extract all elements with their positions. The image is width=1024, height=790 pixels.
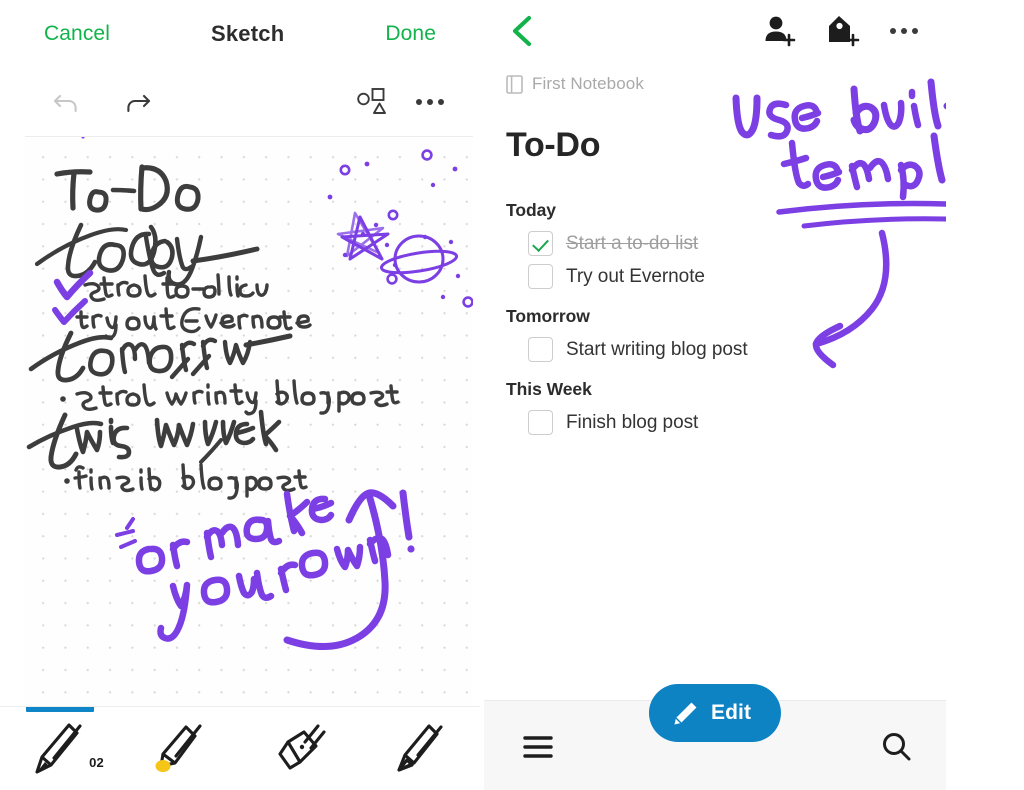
- sketch-title: Sketch: [211, 21, 285, 46]
- pen-toolbar: 02: [0, 706, 480, 790]
- todo-item[interactable]: Finish blog post: [506, 406, 836, 439]
- handwriting-this-week-items: [64, 463, 308, 500]
- marker-tool[interactable]: [360, 707, 480, 790]
- sketch-panel: Cancel Sketch Done 02: [0, 0, 480, 790]
- todo-group: Tomorrow Start writing blog post: [506, 306, 836, 366]
- note-title: To-Do: [506, 126, 601, 164]
- marker-icon: [397, 723, 443, 772]
- checkbox[interactable]: [528, 410, 553, 435]
- group-heading: Today: [506, 200, 556, 220]
- more-horizontal-icon[interactable]: [881, 8, 927, 54]
- more-horizontal-icon[interactable]: [408, 82, 452, 122]
- note-panel: First Notebook To-Do Today Start a to-do…: [484, 0, 946, 790]
- highlighter-icon: [155, 723, 202, 772]
- add-person-icon[interactable]: [756, 8, 802, 54]
- sketch-toolbar: [0, 68, 480, 136]
- handwriting-tomorrow-items: [60, 379, 400, 416]
- annotation-or-make-your-own: [115, 489, 415, 651]
- doodle-dots: [327, 149, 473, 308]
- todo-label: Start writing blog post: [566, 338, 748, 360]
- done-button[interactable]: Done: [385, 22, 436, 46]
- notebook-name: First Notebook: [532, 74, 644, 93]
- breadcrumb-notebook[interactable]: First Notebook: [506, 74, 644, 94]
- search-icon[interactable]: [870, 721, 922, 773]
- pen-tool-selected-indicator: [26, 706, 94, 712]
- todo-list: Today Start a to-do list Try out Evernot…: [506, 200, 836, 439]
- todo-item[interactable]: Start writing blog post: [506, 333, 836, 366]
- todo-item[interactable]: Start a to-do list: [506, 227, 836, 260]
- todo-group: This Week Finish blog post: [506, 379, 836, 439]
- checkbox[interactable]: [528, 231, 553, 256]
- todo-label: Finish blog post: [566, 411, 699, 433]
- group-heading: This Week: [506, 379, 592, 399]
- edit-button[interactable]: Edit: [648, 684, 782, 742]
- annotation-checkmarks: [52, 269, 94, 325]
- doodle-star: [81, 137, 390, 261]
- group-heading: Tomorrow: [506, 306, 590, 326]
- edit-button-label: Edit: [710, 701, 752, 724]
- cancel-button[interactable]: Cancel: [44, 22, 110, 46]
- redo-icon[interactable]: [118, 82, 158, 122]
- pen-icon: [35, 722, 82, 774]
- app-root: Cancel Sketch Done 02 First Notebook To-…: [0, 0, 1024, 790]
- checkbox[interactable]: [528, 337, 553, 362]
- pen-tool[interactable]: 02: [0, 706, 120, 790]
- sketch-canvas[interactable]: .ink { fill:none; stroke:#3d3d3d; stroke…: [25, 136, 473, 706]
- note-navbar: [484, 0, 946, 62]
- todo-item[interactable]: Try out Evernote: [506, 260, 836, 293]
- checkbox[interactable]: [528, 264, 553, 289]
- highlighter-tool[interactable]: [120, 707, 240, 790]
- todo-label: Try out Evernote: [566, 265, 705, 287]
- handwriting-today-items: [75, 273, 312, 340]
- todo-group: Today Start a to-do list Try out Evernot…: [506, 200, 836, 293]
- shapes-icon[interactable]: [350, 82, 394, 122]
- add-tag-icon[interactable]: [820, 8, 866, 54]
- pen-size-label: 02: [89, 754, 104, 770]
- hamburger-menu-icon[interactable]: [512, 721, 564, 773]
- eraser-icon: [278, 723, 326, 770]
- handwriting-tomorrow: [28, 330, 293, 383]
- undo-icon[interactable]: [46, 82, 86, 122]
- pencil-icon: [674, 702, 697, 724]
- chevron-left-icon[interactable]: [500, 8, 546, 54]
- todo-label: Start a to-do list: [566, 232, 699, 254]
- handwriting-today: [34, 222, 260, 287]
- sketch-navbar: Cancel Sketch Done: [0, 0, 480, 68]
- handwriting-to-do: [54, 164, 201, 213]
- notebook-icon: [506, 74, 523, 94]
- eraser-tool[interactable]: [240, 707, 360, 790]
- handwriting-this-week: [26, 409, 282, 470]
